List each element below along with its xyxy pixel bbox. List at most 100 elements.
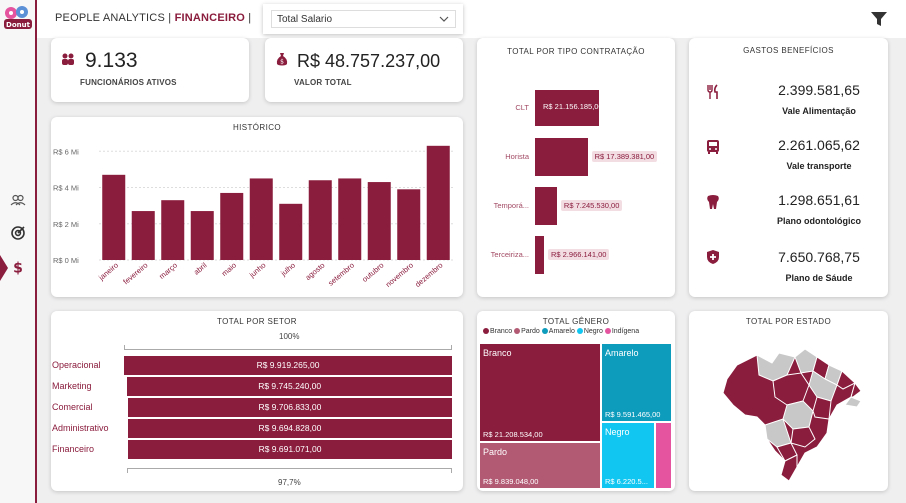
category-label: Comercial [52,402,93,412]
people-icon[interactable] [10,192,26,208]
y-tick-label: R$ 6 Mi [53,147,79,156]
bar-março[interactable] [161,200,185,260]
title-section: FINANCEIRO [174,12,246,24]
tile-name: Amarelo [605,348,639,358]
bar-Comercial[interactable]: R$ 9.706.833,00 [127,398,452,417]
benefit-label: Plano odontológico [777,216,861,226]
bar-dezembro[interactable] [426,145,450,260]
category-label: Operacional [52,360,101,370]
bar-setembro[interactable] [338,178,362,260]
x-tick-label: maio [220,261,238,278]
x-tick-label: dezembro [413,261,444,289]
kpi-employees-label: FUNCIONÁRIOS ATIVOS [80,78,177,87]
y-tick-label: R$ 4 Mi [53,184,79,193]
benefit-value: 1.298.651,61 [778,192,860,208]
measure-select[interactable]: Total Salario [271,10,456,28]
contratacao-chart: CLT R$ 21.156.185,00 Horista R$ 17.389.381,… [477,38,675,297]
legend-item-indigena[interactable]: Indígena [604,328,639,335]
bar-Administrativo[interactable]: R$ 9.694.828,00 [127,419,452,438]
header: PEOPLE ANALYTICS | FINANCEIRO | Total Sa… [37,0,906,38]
treemap-tile-amarelo[interactable]: Amarelo R$ 9.591.465,00 [601,343,672,422]
benefit-value: 2.261.065,62 [778,137,860,153]
legend-item-branco[interactable]: Branco [483,328,512,335]
contratacao-card: TOTAL POR TIPO CONTRATAÇÃO CLT R$ 21.156.… [477,38,675,297]
benefit-row: 2.399.581,65 Vale Alimentação [689,80,889,126]
dollar-icon[interactable]: $ [10,259,26,276]
genero-legend: Branco Pardo Amarelo Negro Indígena [483,328,639,335]
benefit-row: 7.650.768,75 Plano de Sáude [689,247,889,293]
category-label: CLT [515,103,529,112]
setor-bottom-pct: 97,7% [278,478,301,487]
data-label: R$ 2.966.141,00 [547,249,610,260]
category-label: Terceiriza... [490,250,529,259]
target-icon[interactable] [10,225,26,241]
bar-novembro[interactable] [397,189,421,260]
bar-Operacional[interactable]: R$ 9.919.265,00 [124,356,452,375]
svg-text:Donut: Donut [6,21,31,29]
tile-value: R$ 21.208.534,00 [483,430,543,439]
category-label: Temporá... [493,201,529,210]
category-label: Horista [505,152,529,161]
data-label: R$ 21.156.185,00 [543,102,603,111]
bar-junho[interactable] [249,178,273,260]
money-bag-icon: $ [276,53,288,66]
bar-outubro[interactable] [367,182,391,260]
benefit-label: Vale transporte [786,161,852,171]
treemap-tile-pardo[interactable]: Pardo R$ 9.839.048,00 [479,442,601,489]
filter-icon[interactable] [870,10,888,28]
title-suffix: | [248,12,252,24]
bar-Temporá...[interactable] [535,187,557,225]
kpi-total-card: $ R$ 48.757.237,00 VALOR TOTAL [265,38,463,102]
bar-Horista[interactable] [535,138,588,176]
treemap-tile-branco[interactable]: Branco R$ 21.208.534,00 [479,343,601,442]
tile-name: Branco [483,348,512,358]
x-tick-label: abril [192,260,209,276]
kpi-employees-value: 9.133 [85,49,138,72]
bar-agosto[interactable] [308,180,332,260]
treemap-tile-negro[interactable]: Negro R$ 6.220.5... [601,422,655,489]
bar-abril[interactable] [190,211,214,260]
tile-name: Pardo [483,447,508,457]
svg-text:$: $ [280,59,284,66]
estado-card: TOTAL POR ESTADO [689,311,888,491]
benefit-label: Vale Alimentação [782,106,856,116]
legend-item-negro[interactable]: Negro [576,328,603,335]
fork-knife-icon [707,84,718,99]
data-label: R$ 17.389.381,00 [591,151,658,162]
benefit-row: 2.261.065,62 Vale transporte [689,135,889,181]
legend-item-amarelo[interactable]: Amarelo [541,328,575,335]
measure-dropdown[interactable]: Total Salario [263,4,463,34]
svg-text:$: $ [13,261,23,276]
bar-Financeiro[interactable]: R$ 9.691.071,00 [128,440,452,459]
legend-item-pardo[interactable]: Pardo [514,328,540,335]
bar-Marketing[interactable]: R$ 9.745.240,00 [127,377,452,396]
y-tick-label: R$ 2 Mi [53,220,79,229]
benefit-row: 1.298.651,61 Plano odontológico [689,190,889,236]
x-tick-label: agosto [303,261,326,282]
kpi-employees-card: 9.133 FUNCIONÁRIOS ATIVOS [51,38,249,102]
x-tick-label: março [157,261,179,281]
y-tick-label: R$ 0 Mi [53,256,79,265]
brazil-map[interactable] [717,335,867,485]
bar-fevereiro[interactable] [131,211,155,260]
treemap-tile-indigena[interactable] [655,422,672,489]
measure-select-value: Total Salario [277,14,333,25]
x-tick-label: janeiro [96,261,120,283]
setor-bottom-bracket [127,468,452,473]
estado-title: TOTAL POR ESTADO [745,317,832,326]
setor-chart: Operacional R$ 9.919.265,00 Marketing R$ 9.… [51,311,463,491]
bar-julho[interactable] [279,203,303,260]
kpi-total-label: VALOR TOTAL [294,78,352,87]
bus-icon [707,140,719,154]
benefit-label: Plano de Sáude [785,273,853,283]
active-indicator [0,255,8,281]
people-icon [62,53,74,65]
bar-maio[interactable] [220,192,244,260]
bar-janeiro[interactable] [102,174,126,260]
shield-plus-icon [707,250,719,264]
x-tick-label: junho [247,261,268,280]
title-prefix: PEOPLE ANALYTICS | [55,12,172,24]
genero-card: TOTAL GÊNERO Branco Pardo Amarelo Negro … [477,311,675,491]
x-tick-label: fevereiro [121,261,149,287]
bar-Terceiriza...[interactable] [535,236,544,274]
